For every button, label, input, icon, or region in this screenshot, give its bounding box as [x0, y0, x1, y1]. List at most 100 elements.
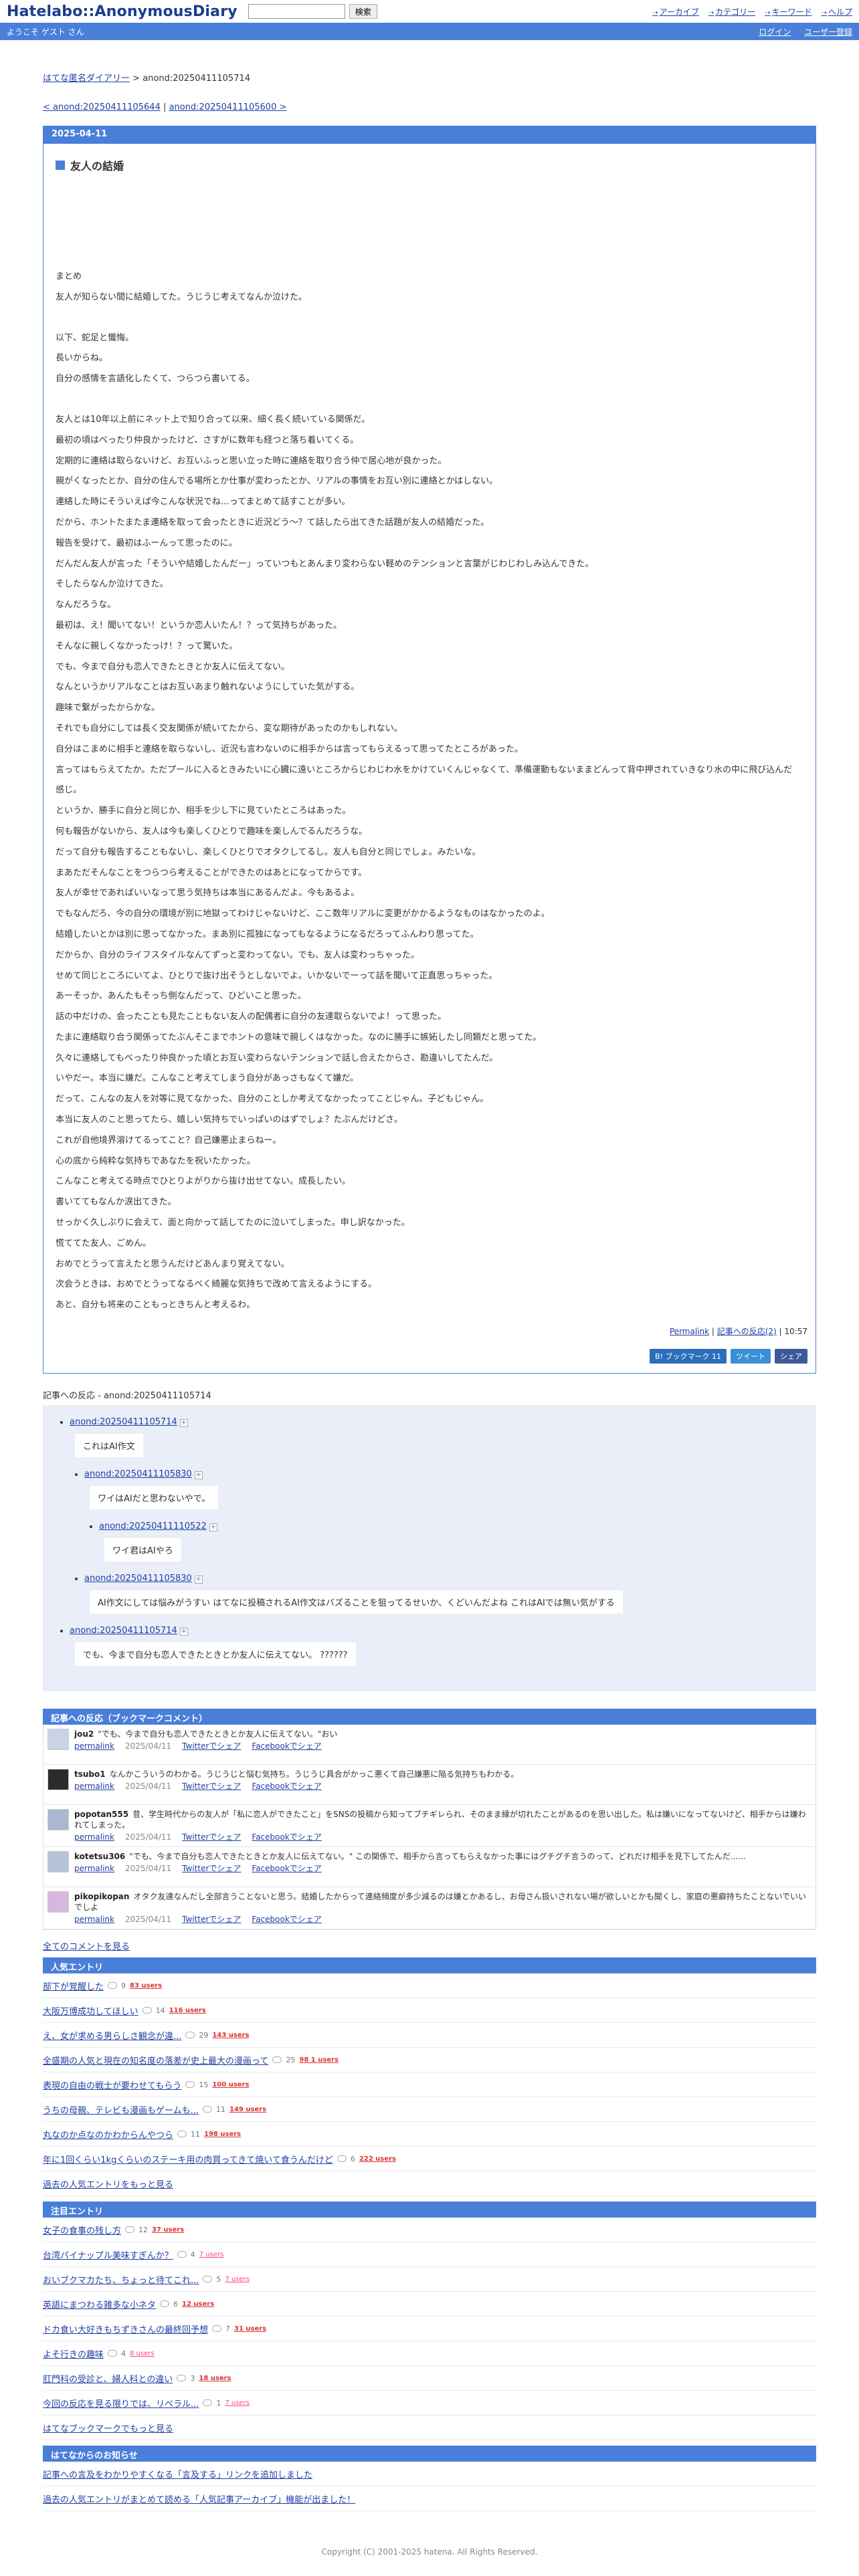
facebook-share-link[interactable]: Facebookでシェア: [252, 1741, 321, 1751]
comment-icon: [272, 2056, 282, 2064]
more-popular-link[interactable]: 過去の人気エントリをもっと見る: [43, 2177, 173, 2190]
users-badge[interactable]: 143 users: [212, 2032, 249, 2039]
permalink[interactable]: Permalink: [670, 1327, 709, 1336]
news-link[interactable]: 記事への言及をわかりやすくなる「言及する」リンクを追加しました: [43, 2468, 312, 2480]
avatar[interactable]: [47, 1729, 69, 1751]
entry-link[interactable]: ドカ食い大好きもちずきさんの最終回予想: [43, 2323, 208, 2335]
list-item: 今回の反応を見る限りでは、リベラル... 1 7 users: [43, 2391, 816, 2416]
tweet-button[interactable]: ツイート: [731, 1349, 771, 1364]
register-link[interactable]: ユーザー登録: [804, 26, 852, 37]
users-badge[interactable]: 18 users: [199, 2375, 231, 2382]
users-badge[interactable]: 98 1 users: [299, 2056, 339, 2064]
entry-link[interactable]: よそ行きの趣味: [43, 2347, 104, 2360]
help-link[interactable]: ヘルプ: [822, 6, 852, 17]
entry-link[interactable]: 丸なのか点なのかわからんやつら: [43, 2128, 173, 2141]
bookmark-user[interactable]: tsubo1: [74, 1769, 106, 1779]
facebook-share-link[interactable]: Facebookでシェア: [252, 1914, 321, 1925]
bookmark-user[interactable]: pikopikopan: [74, 1892, 129, 1901]
entry-link[interactable]: うちの母親、テレビも漫画もゲームも...: [43, 2103, 199, 2116]
bookmark-date: 2025/04/11: [125, 1741, 172, 1751]
comment-count: 11: [191, 2129, 201, 2139]
users-badge[interactable]: 198 users: [204, 2131, 241, 2138]
next-link[interactable]: anond:20250411105600 >: [169, 102, 287, 112]
breadcrumb-root[interactable]: はてな匿名ダイアリー: [43, 74, 130, 84]
avatar[interactable]: [47, 1809, 69, 1831]
bookmark-permalink[interactable]: permalink: [74, 1781, 114, 1792]
twitter-share-link[interactable]: Twitterでシェア: [182, 1781, 241, 1792]
more-featured-link[interactable]: はてなブックマークでもっと見る: [43, 2422, 173, 2434]
reactions-label: 記事への反応 - anond:20250411105714: [43, 1391, 211, 1402]
news-link[interactable]: 過去の人気エントリがまとめて読める「人気記事アーカイブ」機能が出ました！: [43, 2492, 355, 2505]
bookmark-permalink[interactable]: permalink: [74, 1832, 114, 1842]
bookmark-permalink[interactable]: permalink: [74, 1863, 114, 1874]
entry-link[interactable]: おいブクマカたち、ちょっと待てこれ...: [43, 2273, 199, 2286]
comment-count: 5: [216, 2274, 221, 2284]
users-badge[interactable]: 100 users: [212, 2081, 249, 2088]
entry-link[interactable]: 表現の自由の戦士が要わせてもらう: [43, 2078, 181, 2091]
expand-icon[interactable]: +: [209, 1523, 217, 1532]
reaction-text: AI作文にしては悩みがうすい はてなに投稿されるAI作文はバズることを狙ってるせ…: [90, 1590, 623, 1614]
login-link[interactable]: ログイン: [759, 26, 791, 37]
reaction-link[interactable]: anond:20250411105714: [70, 1626, 177, 1636]
bookmark-permalink[interactable]: permalink: [74, 1741, 114, 1751]
avatar[interactable]: [47, 1769, 69, 1791]
bookmark-date: 2025/04/11: [125, 1915, 172, 1925]
expand-icon[interactable]: +: [179, 1628, 188, 1636]
bookmark-user[interactable]: kotetsu306: [74, 1852, 125, 1861]
entry-link[interactable]: え、女が求める男らしさ観念が違...: [43, 2029, 181, 2042]
list-item: 全盛期の人気と現在の知名度の落差が史上最大の漫画って 25 98 1 users: [43, 2048, 816, 2073]
facebook-share-link[interactable]: Facebookでシェア: [252, 1781, 321, 1792]
avatar[interactable]: [47, 1851, 69, 1873]
search-button[interactable]: 検索: [349, 4, 377, 19]
users-badge[interactable]: 83 users: [130, 1982, 162, 1990]
avatar[interactable]: [47, 1891, 69, 1913]
users-badge[interactable]: 7 users: [225, 2276, 250, 2283]
entry-link[interactable]: 年に1回くらい1kgくらいのステーキ用の肉買ってきて焼いて食うんだけど: [43, 2153, 333, 2165]
bookmark-user[interactable]: popotan555: [74, 1810, 128, 1819]
users-badge[interactable]: 8 users: [130, 2350, 155, 2357]
reaction-link[interactable]: anond:20250411105830: [84, 1574, 192, 1584]
users-badge[interactable]: 116 users: [169, 2007, 206, 2014]
users-badge[interactable]: 222 users: [359, 2155, 396, 2163]
users-badge[interactable]: 12 users: [182, 2300, 214, 2308]
bookmark-button[interactable]: B! ブックマーク 11: [650, 1349, 727, 1364]
twitter-share-link[interactable]: Twitterでシェア: [182, 1832, 241, 1842]
reaction-link[interactable]: anond:20250411110522: [99, 1521, 207, 1531]
expand-icon[interactable]: +: [194, 1471, 203, 1480]
entry-link[interactable]: 台湾パイナップル美味すぎんか？: [43, 2248, 173, 2261]
category-link[interactable]: カテゴリー: [708, 6, 755, 17]
users-badge[interactable]: 31 users: [234, 2325, 266, 2333]
comment-count: 11: [216, 2105, 226, 2114]
users-badge[interactable]: 149 users: [229, 2106, 266, 2113]
bookmark-permalink[interactable]: permalink: [74, 1914, 114, 1925]
all-comments-link[interactable]: 全てのコメントを見る: [43, 1939, 816, 1952]
site-logo[interactable]: Hatelabo::AnonymousDiary: [7, 3, 237, 20]
entry-link[interactable]: 大阪万博成功してほしい: [43, 2004, 138, 2017]
entry-link[interactable]: 部下が覚醒した: [43, 1979, 104, 1992]
entry-link[interactable]: 女子の食事の残し方: [43, 2224, 121, 2236]
expand-icon[interactable]: +: [179, 1419, 188, 1428]
reactions-count-link[interactable]: 記事への反応(2): [717, 1327, 777, 1336]
reaction-item: anond:20250411105830+ AI作文にしては悩みがうすい はてな…: [84, 1574, 804, 1623]
prev-link[interactable]: < anond:20250411105644: [43, 102, 161, 112]
bookmark-user[interactable]: jou2: [74, 1729, 94, 1739]
expand-icon[interactable]: +: [194, 1576, 203, 1584]
reaction-link[interactable]: anond:20250411105714: [70, 1417, 177, 1427]
users-badge[interactable]: 7 users: [225, 2399, 250, 2407]
entry-link[interactable]: 英語にまつわる雑多な小ネタ: [43, 2298, 156, 2311]
facebook-share-link[interactable]: Facebookでシェア: [252, 1863, 321, 1874]
twitter-share-link[interactable]: Twitterでシェア: [182, 1741, 241, 1751]
entry-link[interactable]: 肛門科の受診と、婦人科との違い: [43, 2372, 173, 2385]
keyword-link[interactable]: キーワード: [765, 6, 812, 17]
entry-link[interactable]: 全盛期の人気と現在の知名度の落差が史上最大の漫画って: [43, 2054, 268, 2066]
archive-link[interactable]: アーカイブ: [652, 6, 699, 17]
facebook-share-button[interactable]: シェア: [775, 1349, 807, 1364]
facebook-share-link[interactable]: Facebookでシェア: [252, 1832, 321, 1842]
users-badge[interactable]: 37 users: [152, 2226, 184, 2234]
twitter-share-link[interactable]: Twitterでシェア: [182, 1863, 241, 1874]
twitter-share-link[interactable]: Twitterでシェア: [182, 1914, 241, 1925]
entry-link[interactable]: 今回の反応を見る限りでは、リベラル...: [43, 2397, 199, 2409]
search-input[interactable]: [248, 4, 345, 19]
reaction-link[interactable]: anond:20250411105830: [84, 1469, 192, 1479]
users-badge[interactable]: 7 users: [199, 2251, 224, 2258]
